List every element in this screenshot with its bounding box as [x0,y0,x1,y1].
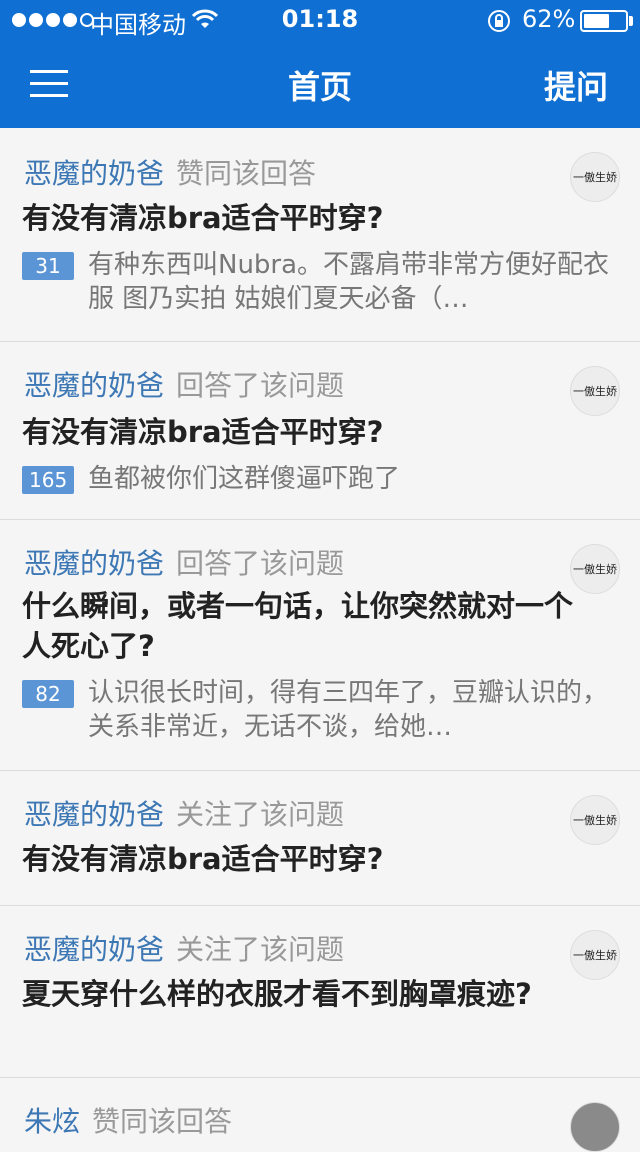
vote-count-badge: 82 [22,680,74,708]
avatar[interactable]: 一傲生娇 [570,152,620,202]
user-name-link[interactable]: 恶魔的奶爸 [24,369,164,402]
user-name-link[interactable]: 恶魔的奶爸 [24,933,164,966]
activity-action: 赞同该回答 [92,1105,233,1138]
avatar[interactable]: 一傲生娇 [570,795,620,845]
question-title[interactable]: 什么瞬间，或者一句话，让你突然就对一个人死心了? [22,586,582,666]
feed-item-meta: 恶魔的奶爸 关注了该问题 [24,928,344,968]
avatar-text: 一傲生娇 [573,384,617,398]
avatar[interactable]: 一傲生娇 [570,366,620,416]
activity-action: 赞同该回答 [176,157,317,190]
avatar[interactable] [570,1102,620,1152]
vote-count-badge: 31 [22,252,74,280]
question-title[interactable]: 有没有清凉bra适合平时穿? [22,839,582,879]
activity-action: 关注了该问题 [176,933,345,966]
feed-item-meta: 朱炫 赞同该回答 [24,1100,232,1140]
feed-item[interactable]: 恶魔的奶爸 回答了该问题 一傲生娇 什么瞬间，或者一句话，让你突然就对一个人死心了… [0,520,640,771]
feed-item-meta: 恶魔的奶爸 回答了该问题 [24,542,344,582]
answer-excerpt: 有种东西叫Nubra。不露肩带非常方便好配衣服 图乃实拍 姑娘们夏天必备（… [88,250,610,314]
user-name-link[interactable]: 恶魔的奶爸 [24,798,164,831]
feed-item[interactable]: 恶魔的奶爸 赞同该回答 一傲生娇 有没有清凉bra适合平时穿? 31 有种东西叫N… [0,128,640,342]
avatar-text: 一傲生娇 [573,562,617,576]
activity-action: 回答了该问题 [176,369,345,402]
rotation-lock-icon [486,8,512,40]
avatar[interactable]: 一傲生娇 [570,930,620,980]
feed-item[interactable]: 朱炫 赞同该回答 [0,1078,640,1152]
app-header: 中国移动 01:18 62% 首页 提问 [0,0,640,128]
avatar-text: 一傲生娇 [573,948,617,962]
feed-item[interactable]: 恶魔的奶爸 关注了该问题 一傲生娇 有没有清凉bra适合平时穿? [0,771,640,906]
feed-item-meta: 恶魔的奶爸 关注了该问题 [24,793,344,833]
status-bar: 中国移动 01:18 62% [0,0,640,40]
question-title[interactable]: 有没有清凉bra适合平时穿? [22,198,582,238]
question-title[interactable]: 有没有清凉bra适合平时穿? [22,412,582,452]
answer-excerpt: 鱼都被你们这群傻逼吓跑了 [88,464,401,494]
feed-item-meta: 恶魔的奶爸 回答了该问题 [24,364,344,404]
avatar-text: 一傲生娇 [573,813,617,827]
feed-item-meta: 恶魔的奶爸 赞同该回答 [24,152,316,192]
feed-item[interactable]: 恶魔的奶爸 关注了该问题 一傲生娇 夏天穿什么样的衣服才看不到胸罩痕迹? [0,906,640,1078]
question-title[interactable]: 夏天穿什么样的衣服才看不到胸罩痕迹? [22,974,582,1014]
navigation-bar: 首页 提问 [0,40,640,128]
battery-percentage: 62% [522,5,576,33]
feed-item[interactable]: 恶魔的奶爸 回答了该问题 一傲生娇 有没有清凉bra适合平时穿? 165 鱼都被你… [0,342,640,520]
vote-count-badge: 165 [22,466,75,494]
battery-tip [629,16,633,26]
user-name-link[interactable]: 朱炫 [24,1105,80,1138]
answer-excerpt: 认识很长时间，得有三四年了，豆瓣认识的，关系非常近，无话不谈，给她… [88,678,609,742]
avatar-text: 一傲生娇 [573,170,617,184]
activity-action: 关注了该问题 [176,798,345,831]
battery-icon [580,10,628,32]
activity-action: 回答了该问题 [176,547,345,580]
user-name-link[interactable]: 恶魔的奶爸 [24,547,164,580]
ask-question-button[interactable]: 提问 [544,62,608,108]
user-name-link[interactable]: 恶魔的奶爸 [24,157,164,190]
